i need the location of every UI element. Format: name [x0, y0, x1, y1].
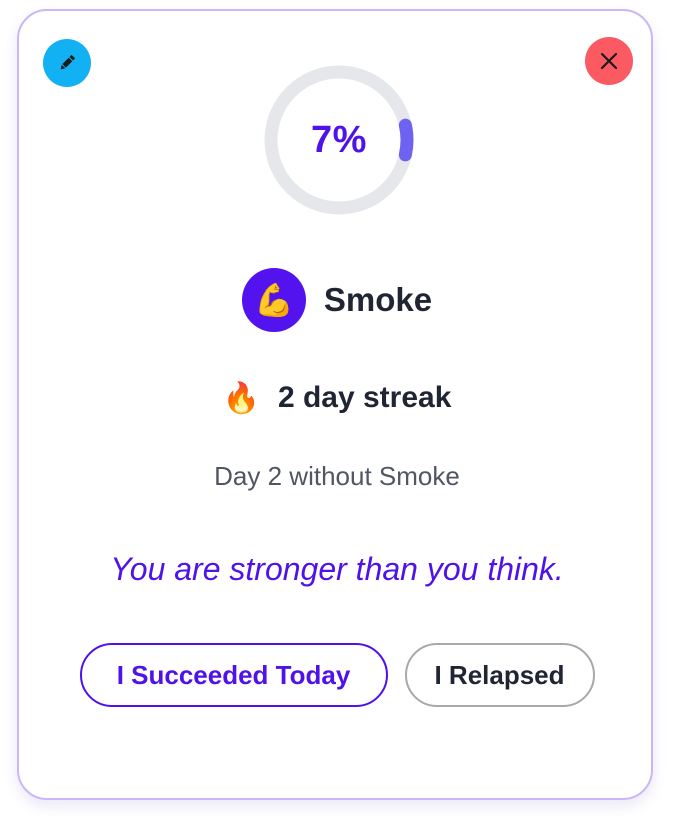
close-icon: [600, 52, 618, 70]
close-button[interactable]: [585, 37, 633, 85]
succeeded-today-button[interactable]: I Succeeded Today: [79, 643, 388, 707]
days-without-text: Day 2 without Smoke: [214, 461, 460, 491]
edit-button[interactable]: [43, 39, 91, 87]
progress-ring: 7%: [261, 62, 417, 218]
action-buttons: I Succeeded Today I Relapsed: [19, 643, 655, 707]
streak-row: 🔥 2 day streak: [19, 373, 655, 423]
habit-name: Smoke: [323, 281, 433, 318]
fire-icon: 🔥: [222, 381, 260, 415]
habit-card: 7% 💪 Smoke 🔥 2 day streak Day 2 without …: [17, 9, 653, 800]
relapsed-button[interactable]: I Relapsed: [404, 643, 595, 707]
streak-text: 2 day streak: [277, 381, 452, 414]
progress-percent: 7%: [311, 118, 367, 161]
habit-header: 💪 Smoke: [19, 267, 655, 333]
flexed-biceps-icon: 💪: [253, 282, 294, 318]
motivation-quote: You are stronger than you think.: [110, 551, 564, 587]
pencil-icon: [60, 54, 76, 70]
habit-avatar: 💪: [241, 268, 306, 332]
